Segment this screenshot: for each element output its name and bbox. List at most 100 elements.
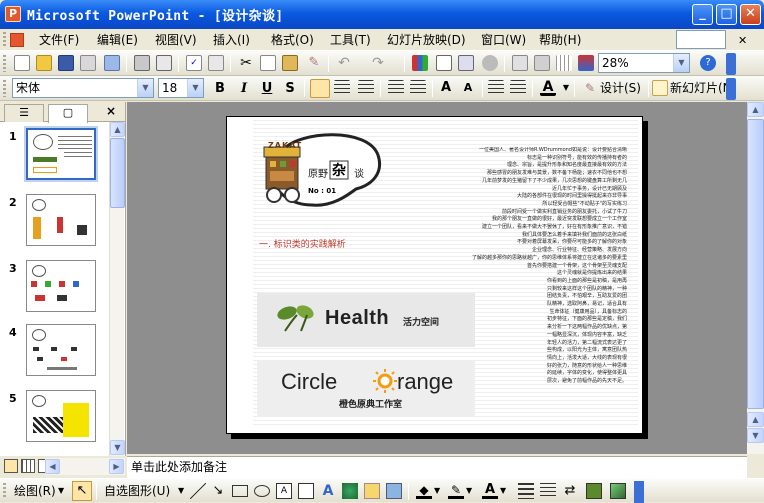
align-center-icon[interactable] — [334, 80, 350, 96]
chevron-down-icon[interactable]: ▼ — [187, 79, 203, 97]
chevron-down-icon[interactable]: ▼ — [137, 79, 153, 97]
undo-icon[interactable]: ↶ — [336, 55, 352, 71]
scroll-up-double-icon[interactable]: ▲ — [747, 412, 764, 427]
toolbar-grip[interactable] — [3, 80, 6, 97]
normal-view-icon[interactable] — [4, 459, 18, 473]
chevron-down-icon[interactable]: ▼ — [500, 483, 516, 499]
scroll-thumb[interactable] — [747, 119, 764, 409]
tables-borders-icon[interactable] — [458, 55, 474, 71]
font-color-icon[interactable]: A — [540, 80, 556, 96]
3d-style-icon[interactable] — [610, 483, 626, 499]
slide-thumb-row[interactable]: 1 — [0, 128, 108, 188]
toolbar-options-icon[interactable] — [726, 78, 736, 100]
slide-thumbnail[interactable] — [26, 194, 96, 246]
toolbar-options-icon[interactable] — [726, 53, 736, 75]
new-icon[interactable] — [14, 55, 30, 71]
rectangle-icon[interactable] — [232, 485, 248, 497]
toolbar-grip[interactable] — [3, 55, 6, 72]
scroll-up-icon[interactable]: ▲ — [747, 102, 764, 117]
close-pane-icon[interactable]: × — [104, 104, 118, 118]
slide-thumb-row[interactable]: 5 — [0, 390, 108, 450]
increase-indent-icon[interactable] — [510, 80, 526, 96]
show-formatting-icon[interactable] — [534, 55, 550, 71]
slide-thumb-row[interactable]: 3 — [0, 260, 108, 320]
menu-insert[interactable]: 插入(I) — [210, 31, 253, 49]
slide-sorter-icon[interactable] — [21, 459, 35, 473]
open-icon[interactable] — [36, 55, 52, 71]
oval-icon[interactable] — [254, 485, 270, 497]
cut-icon[interactable]: ✂ — [238, 55, 254, 71]
slide-thumbnail[interactable] — [26, 260, 96, 312]
research-icon[interactable] — [208, 55, 224, 71]
underline-button[interactable]: U — [257, 79, 277, 98]
vertical-textbox-icon[interactable] — [298, 483, 314, 499]
powerpoint-icon[interactable]: P — [5, 6, 21, 22]
dash-style-icon[interactable] — [540, 483, 556, 499]
insert-chart-icon[interactable] — [412, 55, 428, 71]
wordart-icon[interactable]: A — [320, 483, 336, 499]
draw-menu-button[interactable]: 绘图(R) — [14, 482, 56, 500]
slide-thumbnail[interactable] — [26, 390, 96, 442]
help-icon[interactable]: ? — [700, 55, 716, 71]
hyperlink-icon[interactable] — [482, 55, 498, 71]
slide-thumbnail[interactable] — [26, 324, 96, 376]
close-button[interactable]: ✕ — [740, 4, 761, 25]
menu-tools[interactable]: 工具(T) — [327, 31, 374, 49]
email-icon[interactable] — [104, 55, 120, 71]
notes-pane[interactable]: 单击此处添加备注 — [127, 456, 747, 478]
toolbar-options-icon[interactable] — [634, 481, 644, 503]
spelling-icon[interactable]: ✓ — [186, 55, 202, 71]
numbering-icon[interactable] — [388, 80, 404, 96]
save-icon[interactable] — [58, 55, 74, 71]
increase-font-icon[interactable]: A — [438, 80, 454, 96]
maximize-button[interactable]: □ — [716, 4, 737, 25]
expand-icon[interactable] — [512, 55, 528, 71]
document-icon[interactable] — [10, 33, 24, 47]
redo-icon[interactable]: ↷ — [370, 55, 386, 71]
menu-file[interactable]: 文件(F) — [36, 31, 82, 49]
slide-vertical-scrollbar[interactable]: ▲ ▲ ▼ — [747, 102, 764, 454]
insert-table-icon[interactable] — [436, 55, 452, 71]
autoshapes-menu-button[interactable]: 自选图形(U) — [104, 482, 170, 500]
close-document-icon[interactable]: ✕ — [738, 34, 747, 47]
scroll-down-double-icon[interactable]: ▼ — [747, 428, 764, 443]
select-objects-icon[interactable]: ↖ — [72, 481, 92, 501]
line-style-icon[interactable] — [518, 483, 534, 499]
chevron-down-icon[interactable]: ▼ — [466, 483, 482, 499]
zoom-combo[interactable]: 28% ▼ — [598, 53, 690, 73]
chevron-down-icon[interactable]: ▼ — [558, 80, 574, 96]
menu-edit[interactable]: 编辑(E) — [94, 31, 141, 49]
scroll-up-icon[interactable]: ▲ — [110, 122, 125, 137]
arrow-icon[interactable]: ↘ — [210, 483, 226, 499]
diagram-icon[interactable] — [342, 483, 358, 499]
menu-format[interactable]: 格式(O) — [268, 31, 317, 49]
slide-thumb-row[interactable]: 4 — [0, 324, 108, 384]
print-preview-icon[interactable] — [156, 55, 172, 71]
tab-slides[interactable]: ▢ — [48, 104, 88, 123]
toolbar-grip[interactable] — [3, 32, 6, 48]
copy-icon[interactable] — [260, 55, 276, 71]
menu-view[interactable]: 视图(V) — [152, 31, 200, 49]
chevron-down-icon[interactable]: ▼ — [673, 54, 689, 72]
permission-icon[interactable] — [80, 55, 96, 71]
slides-pane-scrollbar[interactable]: ▲ ▼ — [109, 122, 125, 456]
minimize-button[interactable]: _ — [692, 4, 713, 25]
menu-window[interactable]: 窗口(W) — [478, 31, 529, 49]
decrease-font-icon[interactable]: A — [460, 80, 476, 96]
textbox-icon[interactable]: A — [276, 483, 292, 499]
menu-slideshow[interactable]: 幻灯片放映(D) — [384, 31, 469, 49]
arrow-style-icon[interactable]: ⇄ — [562, 483, 578, 499]
scroll-thumb[interactable] — [110, 138, 125, 208]
bullets-icon[interactable] — [410, 80, 426, 96]
scroll-left-icon[interactable]: ◀ — [45, 459, 60, 474]
align-left-icon[interactable] — [310, 79, 330, 98]
bold-button[interactable]: B — [210, 79, 230, 98]
shadow-style-icon[interactable] — [586, 483, 602, 499]
color-grayscale-icon[interactable] — [578, 55, 594, 71]
format-painter-icon[interactable]: ✎ — [306, 55, 322, 71]
menu-help[interactable]: 帮助(H) — [536, 31, 584, 49]
grid-icon[interactable] — [556, 55, 572, 71]
font-size-combo[interactable]: 18 ▼ — [158, 78, 204, 98]
picture-icon[interactable] — [386, 483, 402, 499]
toolbar-grip[interactable] — [3, 483, 6, 499]
